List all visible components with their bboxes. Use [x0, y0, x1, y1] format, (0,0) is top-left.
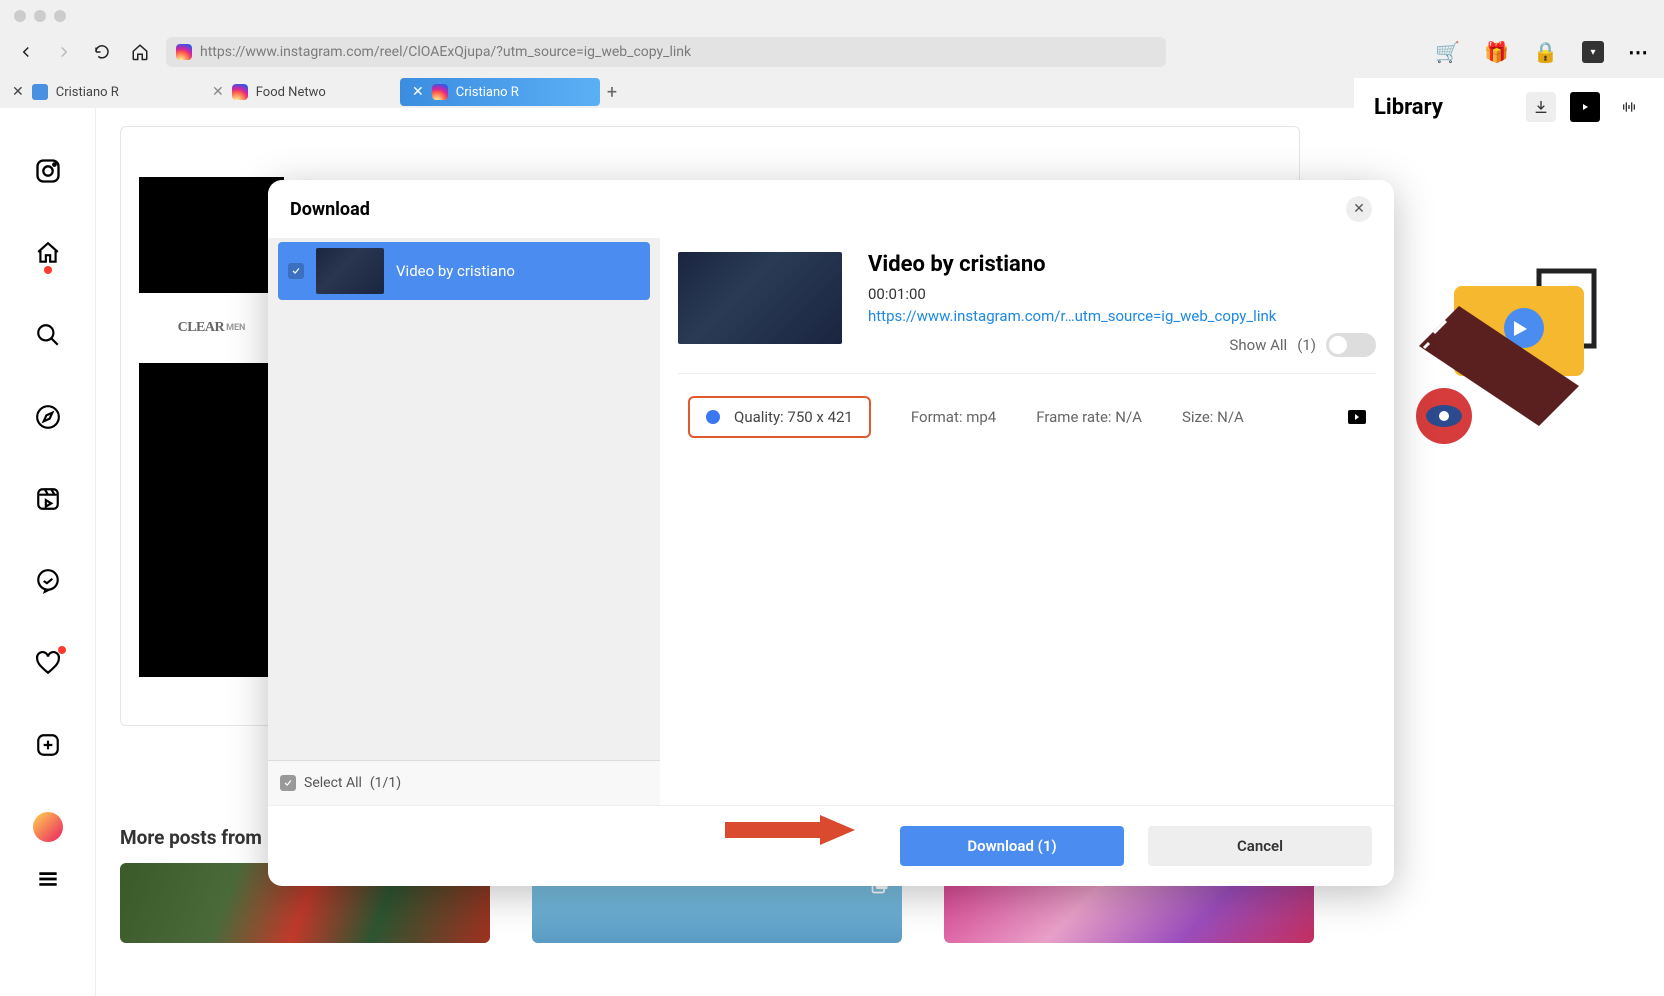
quality-option[interactable]: Quality: 750 x 421	[688, 396, 871, 438]
detail-title: Video by cristiano	[868, 252, 1376, 277]
download-item[interactable]: Video by cristiano	[278, 242, 650, 300]
show-all-count: (1)	[1297, 336, 1316, 354]
format-text: Format: mp4	[911, 408, 996, 426]
show-all-label: Show All	[1229, 336, 1287, 354]
quality-row: Quality: 750 x 421 Format: mp4 Frame rat…	[678, 374, 1376, 460]
download-button[interactable]: Download (1)	[900, 826, 1124, 866]
close-icon[interactable]: ✕	[1346, 196, 1372, 222]
radio-selected-icon	[706, 410, 720, 424]
detail-url[interactable]: https://www.instagram.com/r…utm_source=i…	[868, 307, 1376, 325]
framerate-text: Frame rate: N/A	[1036, 408, 1142, 426]
download-modal: Download ✕ Video by cristiano Select All…	[268, 180, 1394, 886]
size-text: Size: N/A	[1182, 408, 1244, 426]
modal-detail: Video by cristiano 00:01:00 https://www.…	[660, 238, 1394, 805]
modal-title: Download	[290, 199, 370, 220]
arrow-annotation	[720, 800, 860, 860]
item-thumbnail	[316, 248, 384, 294]
cancel-button[interactable]: Cancel	[1148, 826, 1372, 866]
select-all-count: (1/1)	[370, 775, 401, 791]
item-label: Video by cristiano	[396, 262, 515, 280]
quality-text: Quality: 750 x 421	[734, 408, 853, 426]
detail-header: Video by cristiano 00:01:00 https://www.…	[678, 246, 1376, 374]
show-all-row: Show All (1)	[868, 333, 1376, 357]
detail-info: Video by cristiano 00:01:00 https://www.…	[868, 252, 1376, 357]
select-all-row[interactable]: Select All (1/1)	[268, 760, 660, 805]
modal-item-list: Video by cristiano Select All (1/1)	[268, 238, 660, 805]
modal-body: Video by cristiano Select All (1/1) Video…	[268, 238, 1394, 805]
video-badge-icon	[1348, 410, 1366, 424]
modal-header: Download ✕	[268, 180, 1394, 238]
detail-thumbnail	[678, 252, 842, 344]
checkbox-icon[interactable]	[288, 263, 304, 279]
detail-duration: 00:01:00	[868, 285, 1376, 303]
select-all-label: Select All	[304, 775, 362, 791]
checkbox-icon[interactable]	[280, 775, 296, 791]
show-all-toggle[interactable]	[1326, 333, 1376, 357]
